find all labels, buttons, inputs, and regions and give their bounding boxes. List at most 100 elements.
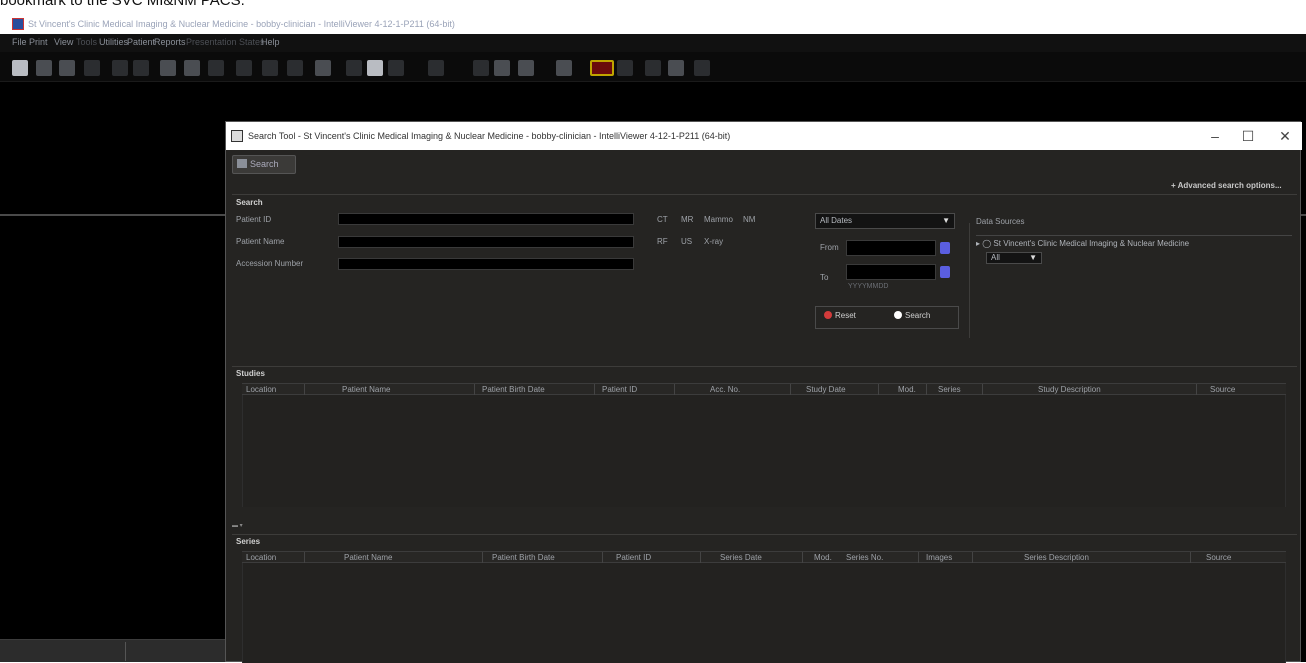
- export-icon[interactable]: [84, 60, 100, 76]
- column-separator[interactable]: [878, 384, 879, 395]
- column-separator[interactable]: [474, 384, 475, 395]
- column-separator[interactable]: [972, 552, 973, 563]
- series-col-mod[interactable]: Mod.: [814, 553, 832, 562]
- modality-us[interactable]: US: [681, 237, 692, 246]
- data-source-item[interactable]: ▸ ◯ St Vincent's Clinic Medical Imaging …: [976, 239, 1189, 248]
- document-icon[interactable]: [59, 60, 75, 76]
- cine-icon[interactable]: [494, 60, 510, 76]
- studies-col-study-date[interactable]: Study Date: [806, 385, 846, 394]
- series-col-series-description[interactable]: Series Description: [1024, 553, 1089, 562]
- maximize-button[interactable]: ☐: [1239, 127, 1257, 145]
- column-separator[interactable]: [674, 384, 675, 395]
- studies-col-mod[interactable]: Mod.: [898, 385, 916, 394]
- column-separator[interactable]: [918, 552, 919, 563]
- studies-col-birth-date[interactable]: Patient Birth Date: [482, 385, 545, 394]
- modality-rf[interactable]: RF: [657, 237, 668, 246]
- studies-col-patient-name[interactable]: Patient Name: [342, 385, 390, 394]
- calendar-icon[interactable]: [940, 242, 950, 254]
- key-image-icon[interactable]: [617, 60, 633, 76]
- studies-col-series[interactable]: Series: [938, 385, 961, 394]
- layout-icon[interactable]: [133, 60, 149, 76]
- menu-print[interactable]: Print: [29, 37, 48, 47]
- studies-col-patient-id[interactable]: Patient ID: [602, 385, 637, 394]
- modality-mr[interactable]: MR: [681, 215, 693, 224]
- menu-reports[interactable]: Reports: [154, 37, 186, 47]
- stack-icon[interactable]: [518, 60, 534, 76]
- modality-nm[interactable]: NM: [743, 215, 755, 224]
- text-icon[interactable]: [346, 60, 362, 76]
- menu-utilities[interactable]: Utilities: [99, 37, 128, 47]
- crosshair-icon[interactable]: [262, 60, 278, 76]
- series-col-location[interactable]: Location: [246, 553, 276, 562]
- series-col-patient-name[interactable]: Patient Name: [344, 553, 392, 562]
- panel-splitter-handle[interactable]: ▬ ▾: [232, 522, 243, 529]
- menu-help[interactable]: Help: [261, 37, 280, 47]
- from-date-input[interactable]: [846, 240, 936, 256]
- measure-icon[interactable]: [287, 60, 303, 76]
- search-tool-icon[interactable]: [12, 60, 28, 76]
- patient-folder-icon[interactable]: [36, 60, 52, 76]
- column-separator[interactable]: [802, 552, 803, 563]
- studies-table-body[interactable]: [242, 395, 1286, 507]
- modality-mammo[interactable]: Mammo: [704, 215, 733, 224]
- menu-tools[interactable]: Tools: [76, 37, 97, 47]
- data-source-sub-select[interactable]: All ▼: [986, 252, 1042, 264]
- pan-icon[interactable]: [236, 60, 252, 76]
- annotate-icon[interactable]: [315, 60, 331, 76]
- grid-layout-icon[interactable]: [556, 60, 572, 76]
- mpr-icon[interactable]: [668, 60, 684, 76]
- brightness-icon[interactable]: [160, 60, 176, 76]
- column-separator[interactable]: [304, 384, 305, 395]
- zoom-icon[interactable]: [208, 60, 224, 76]
- invert-icon[interactable]: [473, 60, 489, 76]
- column-separator[interactable]: [304, 552, 305, 563]
- reset-button[interactable]: Reset: [824, 311, 856, 320]
- close-button[interactable]: ✕: [1276, 127, 1294, 145]
- link-icon[interactable]: [428, 60, 444, 76]
- column-separator[interactable]: [1196, 384, 1197, 395]
- dialog-title-bar[interactable]: Search Tool - St Vincent's Clinic Medica…: [226, 122, 1302, 150]
- series-col-series-no[interactable]: Series No.: [846, 553, 883, 562]
- series-icon[interactable]: [388, 60, 404, 76]
- patient-name-input[interactable]: [338, 236, 634, 248]
- menu-view[interactable]: View: [54, 37, 73, 47]
- rotate-icon[interactable]: [184, 60, 200, 76]
- column-separator[interactable]: [594, 384, 595, 395]
- to-date-input[interactable]: [846, 264, 936, 280]
- column-separator[interactable]: [482, 552, 483, 563]
- date-range-select[interactable]: All Dates ▼: [815, 213, 955, 229]
- modality-xray[interactable]: X-ray: [704, 237, 723, 246]
- calendar-icon[interactable]: [940, 266, 950, 278]
- menu-patient[interactable]: Patient: [127, 37, 155, 47]
- hanging-protocol-icon[interactable]: [367, 60, 383, 76]
- modality-ct[interactable]: CT: [657, 215, 668, 224]
- column-separator[interactable]: [700, 552, 701, 563]
- overlay-toggle-icon[interactable]: [590, 60, 614, 76]
- tab-search[interactable]: Search: [232, 155, 296, 174]
- menu-presentation-states[interactable]: Presentation States: [186, 37, 265, 47]
- series-col-source[interactable]: Source: [1206, 553, 1231, 562]
- advanced-search-link[interactable]: + Advanced search options...: [1171, 181, 1282, 190]
- series-col-images[interactable]: Images: [926, 553, 952, 562]
- menu-file[interactable]: File: [12, 37, 27, 47]
- series-col-birth-date[interactable]: Patient Birth Date: [492, 553, 555, 562]
- series-table-body[interactable]: [242, 563, 1286, 663]
- column-separator[interactable]: [602, 552, 603, 563]
- compare-icon[interactable]: [112, 60, 128, 76]
- studies-col-study-description[interactable]: Study Description: [1038, 385, 1101, 394]
- column-separator[interactable]: [982, 384, 983, 395]
- column-separator[interactable]: [1190, 552, 1191, 563]
- studies-col-acc-no[interactable]: Acc. No.: [710, 385, 740, 394]
- series-col-series-date[interactable]: Series Date: [720, 553, 762, 562]
- studies-col-location[interactable]: Location: [246, 385, 276, 394]
- minimize-button[interactable]: –: [1206, 127, 1224, 145]
- patient-id-input[interactable]: [338, 213, 634, 225]
- reset-view-icon[interactable]: [645, 60, 661, 76]
- column-separator[interactable]: [790, 384, 791, 395]
- search-button[interactable]: Search: [894, 311, 930, 320]
- studies-col-source[interactable]: Source: [1210, 385, 1235, 394]
- series-col-patient-id[interactable]: Patient ID: [616, 553, 651, 562]
- accession-number-input[interactable]: [338, 258, 634, 270]
- settings-icon[interactable]: [694, 60, 710, 76]
- column-separator[interactable]: [926, 384, 927, 395]
